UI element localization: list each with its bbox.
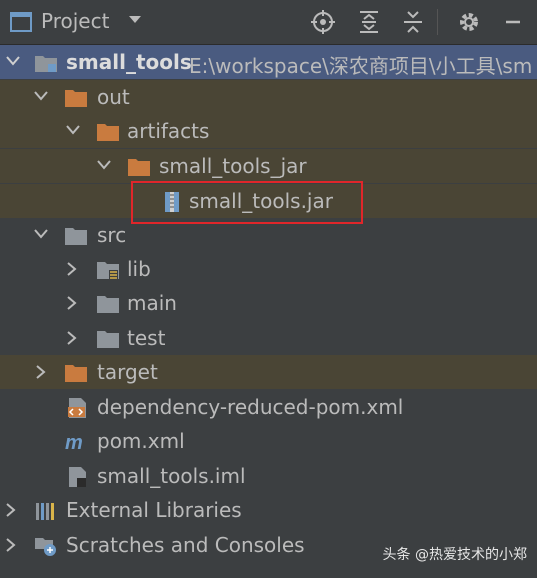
watermark: 头条 @热爱技术的小郑	[382, 547, 527, 563]
chevron-down-icon[interactable]	[6, 55, 20, 67]
tree-row-lib[interactable]: lib	[0, 252, 537, 286]
tree-row-dependency-pom[interactable]: dependency-reduced-pom.xml	[0, 390, 537, 424]
project-view-title[interactable]: Project	[41, 9, 109, 33]
folder-label-target: target	[97, 360, 158, 384]
minimize-icon[interactable]	[500, 9, 526, 35]
chevron-right-icon[interactable]	[35, 365, 47, 379]
tree-row-out[interactable]: out	[0, 80, 537, 114]
external-libraries-icon	[36, 503, 54, 520]
folder-excluded-icon	[128, 159, 150, 176]
folder-icon	[97, 331, 119, 348]
chevron-right-icon[interactable]	[5, 538, 17, 552]
folder-label-small-tools-jar: small_tools_jar	[159, 154, 307, 178]
scratches-label: Scratches and Consoles	[66, 533, 305, 557]
tree-row-root[interactable]: small_tools E:\workspace\深农商项目\小工具\sm	[0, 45, 537, 79]
module-folder-icon	[35, 56, 57, 72]
project-window-icon	[10, 12, 32, 32]
root-module-path: E:\workspace\深农商项目\小工具\sm	[189, 54, 533, 78]
root-module-name: small_tools	[66, 50, 192, 74]
tree-row-small-tools-jar[interactable]: small_tools_jar	[0, 149, 537, 183]
chevron-right-icon[interactable]	[66, 262, 78, 276]
chevron-down-icon[interactable]	[97, 159, 111, 171]
file-label-pom: pom.xml	[97, 429, 185, 453]
chevron-right-icon[interactable]	[5, 503, 17, 517]
tree-row-pom[interactable]: m pom.xml	[0, 424, 537, 458]
toolbar-separator	[437, 9, 438, 35]
tree-row-artifacts[interactable]: artifacts	[0, 114, 537, 148]
chevron-right-icon[interactable]	[66, 296, 78, 310]
folder-label-src: src	[97, 223, 127, 247]
folder-label-lib: lib	[127, 257, 151, 281]
folder-excluded-icon	[65, 365, 87, 382]
library-folder-icon	[97, 262, 119, 279]
expand-all-icon[interactable]	[356, 9, 382, 35]
file-label-iml: small_tools.iml	[97, 464, 246, 488]
external-libraries-label: External Libraries	[66, 498, 242, 522]
folder-label-test: test	[127, 326, 166, 350]
collapse-all-icon[interactable]	[400, 9, 426, 35]
chevron-down-icon[interactable]	[34, 90, 48, 102]
chevron-down-icon[interactable]	[128, 15, 142, 25]
folder-label-main: main	[127, 291, 177, 315]
chevron-down-icon[interactable]	[34, 228, 48, 240]
scratches-icon	[35, 538, 56, 556]
svg-text:m: m	[65, 432, 83, 453]
chevron-right-icon[interactable]	[66, 331, 78, 345]
folder-icon	[65, 228, 87, 245]
tree-row-target[interactable]: target	[0, 355, 537, 389]
xml-file-icon	[68, 398, 86, 418]
tree-row-test[interactable]: test	[0, 321, 537, 355]
tree-row-main[interactable]: main	[0, 286, 537, 320]
folder-label-out: out	[97, 85, 130, 109]
folder-label-artifacts: artifacts	[127, 119, 210, 143]
project-toolbar: Project	[0, 0, 537, 45]
tree-row-external-libraries[interactable]: External Libraries	[0, 493, 537, 527]
maven-icon: m	[65, 432, 83, 453]
chevron-down-icon[interactable]	[66, 124, 80, 136]
folder-excluded-icon	[65, 90, 87, 107]
module-file-icon	[69, 467, 86, 487]
folder-excluded-icon	[97, 124, 119, 141]
file-label-dependency-pom: dependency-reduced-pom.xml	[97, 395, 404, 419]
highlight-box	[131, 181, 363, 224]
gear-icon[interactable]	[456, 9, 482, 35]
locate-icon[interactable]	[310, 9, 336, 35]
tree-row-iml[interactable]: small_tools.iml	[0, 459, 537, 493]
folder-icon	[97, 296, 119, 313]
